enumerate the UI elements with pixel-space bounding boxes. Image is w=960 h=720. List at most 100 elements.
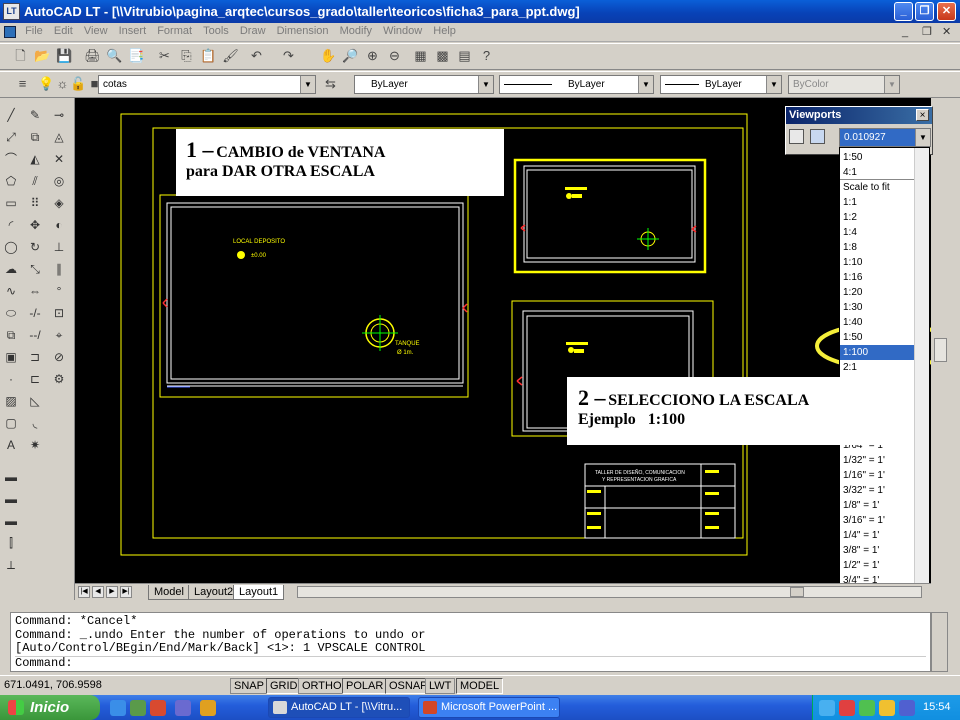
region-icon[interactable]: ▢ — [2, 414, 20, 432]
polar-button[interactable]: POLAR — [342, 678, 388, 694]
publish-icon[interactable]: 📑 — [128, 47, 145, 64]
antivirus-icon[interactable] — [839, 700, 855, 716]
prev-tab-icon[interactable]: ◀ — [92, 586, 104, 598]
menu-format[interactable]: Format — [153, 23, 196, 37]
make-object-layer-current-icon[interactable]: ⇆ — [322, 75, 339, 92]
design-center-icon[interactable]: ▩ — [434, 47, 451, 64]
save-icon[interactable]: 💾 — [56, 47, 73, 64]
scale-item[interactable]: 1:10 — [840, 255, 914, 270]
viewport-scale-dropdown[interactable]: 0.010927 ▼ — [839, 128, 931, 147]
document-icon[interactable] — [4, 26, 16, 38]
color-dropdown[interactable]: ByLayer ▼ — [354, 75, 494, 94]
chevron-down-icon[interactable]: ▼ — [915, 129, 930, 146]
menu-dimension[interactable]: Dimension — [273, 23, 333, 37]
snap-parallel-icon[interactable]: ∥ — [50, 260, 68, 278]
rectangle-icon[interactable]: ▭ — [2, 194, 20, 212]
ellipse-icon[interactable]: ⬭ — [2, 304, 20, 322]
revision-cloud-icon[interactable]: ☁ — [2, 260, 20, 278]
snap-center-icon[interactable]: ◎ — [50, 172, 68, 190]
scale-item[interactable]: 4:1 — [840, 165, 914, 180]
scale-item[interactable]: 3/32" = 1' — [840, 483, 914, 498]
horizontal-scrollbar[interactable] — [297, 586, 922, 598]
cut-icon[interactable]: ✂ — [156, 47, 173, 64]
scale-item[interactable]: 1/8" = 1' — [840, 498, 914, 513]
chevron-down-icon[interactable]: ▼ — [638, 76, 653, 93]
zoom-window-icon[interactable]: ⊕ — [364, 47, 381, 64]
plotstyle-dropdown[interactable]: ByColor ▼ — [788, 75, 900, 94]
snap-tangent-icon[interactable]: ◐ — [50, 216, 68, 234]
copy-icon[interactable]: ⎘ — [178, 47, 195, 64]
scale-item[interactable]: 1:1 — [840, 195, 914, 210]
snap-nearest-icon[interactable]: ⌖ — [50, 326, 68, 344]
lineweight-dropdown[interactable]: ByLayer ▼ — [660, 75, 782, 94]
close-icon[interactable]: × — [916, 109, 929, 121]
snap-quadrant-icon[interactable]: ◈ — [50, 194, 68, 212]
scale-dropdown-list[interactable]: 1:50 4:1 Scale to fit 1:1 1:2 1:4 1:8 1:10 1:16 1… — [839, 147, 930, 599]
scale-item[interactable]: 1:100 — [840, 345, 914, 360]
outlook-icon[interactable] — [130, 700, 146, 716]
chevron-down-icon[interactable]: ▼ — [300, 76, 315, 93]
print-icon[interactable]: 🖨 — [84, 47, 101, 64]
snap-perpendicular-icon[interactable]: ⊥ — [50, 238, 68, 256]
tab-layout2[interactable]: Layout2 — [188, 585, 240, 600]
layer-dropdown[interactable]: cotas ▼ — [98, 75, 316, 94]
task-powerpoint[interactable]: Microsoft PowerPoint ... — [418, 697, 560, 718]
ortho-button[interactable]: ORTHO — [298, 678, 346, 694]
layer-manager-icon[interactable]: ≡ — [14, 75, 31, 92]
scale-item[interactable]: 1:4 — [840, 225, 914, 240]
text-icon[interactable]: A — [2, 436, 20, 454]
first-tab-icon[interactable]: |◀ — [78, 586, 90, 598]
extend-icon[interactable]: --/ — [26, 326, 44, 344]
copy-object-icon[interactable]: ⧉ — [26, 128, 44, 146]
scale-item[interactable]: 1:20 — [840, 285, 914, 300]
polyline-icon[interactable]: ⌒ — [2, 150, 20, 168]
snap-midpoint-icon[interactable]: ◬ — [50, 128, 68, 146]
command-input[interactable]: Command: — [15, 655, 926, 671]
match-properties-icon[interactable]: 🖌 — [222, 47, 239, 64]
scale-item[interactable]: 3/8" = 1' — [840, 543, 914, 558]
scale-item[interactable]: 1/2" = 1' — [840, 558, 914, 573]
open-icon[interactable]: 📂 — [34, 47, 51, 64]
scale-item[interactable]: 3/16" = 1' — [840, 513, 914, 528]
stretch-icon[interactable]: ⇔ — [26, 282, 44, 300]
help-icon[interactable]: ? — [478, 47, 495, 64]
move-icon[interactable]: ✥ — [26, 216, 44, 234]
tool-stack-icon[interactable]: ⫿ — [2, 534, 20, 552]
language-icon[interactable] — [899, 700, 915, 716]
doc-restore-button[interactable]: ❐ — [922, 25, 932, 38]
vertical-scroll-thumb[interactable] — [934, 338, 947, 362]
zoom-previous-icon[interactable]: ⊖ — [386, 47, 403, 64]
insert-block-icon[interactable]: ⧉ — [2, 326, 20, 344]
snap-none-icon[interactable]: ⊘ — [50, 348, 68, 366]
quick-launch-icon-2[interactable] — [200, 700, 216, 716]
chamfer-icon[interactable]: ◺ — [26, 392, 44, 410]
scale-item[interactable]: 1/4" = 1' — [840, 528, 914, 543]
security-icon[interactable] — [859, 700, 875, 716]
scale-item[interactable]: 1:50 — [840, 330, 914, 345]
scale-item[interactable]: 1:30 — [840, 300, 914, 315]
mirror-icon[interactable]: ◭ — [26, 150, 44, 168]
quick-launch-icon[interactable] — [175, 700, 191, 716]
fillet-icon[interactable]: ◟ — [26, 414, 44, 432]
osnap-settings-icon[interactable]: ⚙ — [50, 370, 68, 388]
trim-icon[interactable]: -/- — [26, 304, 44, 322]
menu-draw[interactable]: Draw — [236, 23, 270, 37]
arc-icon[interactable]: ◜ — [2, 216, 20, 234]
polygon-icon[interactable]: ⬠ — [2, 172, 20, 190]
menu-help[interactable]: Help — [429, 23, 460, 37]
spline-icon[interactable]: ∿ — [2, 282, 20, 300]
tab-layout1[interactable]: Layout1 — [233, 585, 285, 600]
vertical-scrollbar[interactable] — [931, 98, 960, 600]
doc-minimize-button[interactable]: _ — [902, 26, 908, 38]
dimension-icon[interactable]: ⟂ — [2, 556, 20, 574]
scale-list-scrollbar[interactable] — [914, 148, 929, 598]
scale-item[interactable]: 1:8 — [840, 240, 914, 255]
command-scrollbar[interactable] — [931, 612, 948, 672]
menu-window[interactable]: Window — [379, 23, 426, 37]
lwt-button[interactable]: LWT — [425, 678, 456, 694]
command-window[interactable]: Command: *Cancel* Command: _.undo Enter t… — [10, 612, 931, 672]
circle-icon[interactable]: ◯ — [2, 238, 20, 256]
snap-button[interactable]: SNAP — [230, 678, 268, 694]
snap-node-icon[interactable]: ° — [50, 282, 68, 300]
scale-item[interactable]: 1/16" = 1' — [840, 468, 914, 483]
